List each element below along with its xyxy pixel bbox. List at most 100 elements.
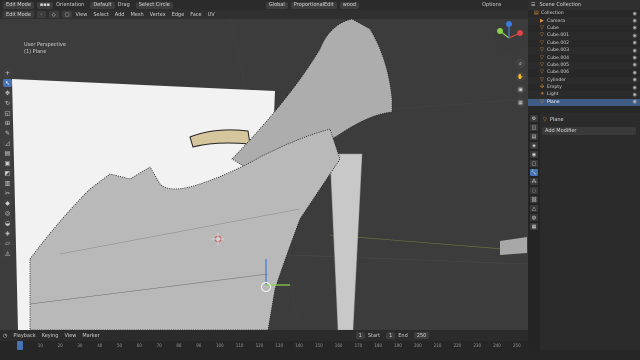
annotate-icon[interactable]: ✎ — [3, 129, 12, 137]
move-icon[interactable]: ✥ — [3, 89, 12, 97]
shrink-icon[interactable]: ◈ — [3, 229, 12, 237]
outliner-row-label: Cube.005 — [547, 62, 570, 68]
camera-view-icon[interactable]: ▣ — [516, 85, 525, 94]
modifier-tab-icon[interactable]: 🔧 — [530, 169, 538, 176]
loopcut-icon[interactable]: ▥ — [3, 179, 12, 187]
visibility-eye-icon[interactable]: ◉ — [633, 11, 637, 17]
outliner-row[interactable]: ▽ Cube.005 ◉ — [528, 61, 640, 70]
render-tab-icon[interactable]: ◫ — [530, 124, 538, 131]
timeline-editor-icon[interactable]: ◷ — [3, 333, 7, 339]
menu-uv[interactable]: UV — [208, 12, 215, 18]
rotate-icon[interactable]: ↻ — [3, 99, 12, 107]
visibility-eye-icon[interactable]: ◉ — [633, 18, 637, 24]
outliner-row[interactable]: ▽ Cylinder ◉ — [528, 76, 640, 84]
outliner-row[interactable]: ▽ Cube.001 ◉ — [528, 32, 640, 40]
menu-edge[interactable]: Edge — [172, 12, 185, 18]
output-tab-icon[interactable]: ▤ — [530, 133, 538, 140]
playback-menu[interactable]: Playback — [13, 333, 35, 339]
scale-icon[interactable]: ◱ — [3, 109, 12, 117]
menu-mesh[interactable]: Mesh — [130, 12, 143, 18]
inset-icon[interactable]: ▣ — [3, 159, 12, 167]
current-frame-field[interactable]: 1 — [355, 332, 365, 339]
start-frame-field[interactable]: 1 — [386, 332, 396, 339]
outliner-row[interactable]: ▽ Cube.004 ◉ — [528, 54, 640, 61]
spin-icon[interactable]: ◎ — [3, 209, 12, 217]
menu-vertex[interactable]: Vertex — [150, 12, 166, 18]
data-tab-icon[interactable]: △ — [530, 205, 538, 212]
outliner-row[interactable]: ▽ Cube ◉ — [528, 25, 640, 32]
edge-select-button[interactable]: ◇ — [48, 11, 59, 18]
vertex-select-button[interactable]: ◦ — [36, 11, 46, 18]
outliner-row[interactable]: ▤ Collection ◉ — [528, 10, 640, 17]
view-menu[interactable]: View — [64, 333, 76, 339]
keying-menu[interactable]: Keying — [42, 333, 59, 339]
extrude-icon[interactable]: ▤ — [3, 149, 12, 157]
visibility-eye-icon[interactable]: ◉ — [633, 48, 637, 54]
navigation-gizmo[interactable] — [492, 21, 526, 55]
pan-icon[interactable]: ✋ — [516, 72, 525, 81]
material-tab-icon[interactable]: ◍ — [530, 214, 538, 221]
zoom-icon[interactable]: ⌕ — [516, 59, 525, 68]
mode-dropdown[interactable]: Edit Mode — [3, 1, 34, 9]
snap-dropdown[interactable]: wood — [339, 1, 360, 9]
edit-mode-dropdown[interactable]: Edit Mode — [3, 11, 34, 18]
timeline-ruler[interactable]: 0102030405060708090100110120130140150160… — [0, 341, 528, 350]
orientation-dropdown[interactable]: Default — [90, 1, 115, 9]
cursor-icon[interactable]: + — [3, 69, 12, 77]
polybuild-icon[interactable]: ◆ — [3, 199, 12, 207]
outliner-row[interactable]: ▽ Cube.003 ◉ — [528, 46, 640, 55]
menu-view[interactable]: View — [75, 12, 87, 18]
menu-add[interactable]: Add — [115, 12, 125, 18]
3d-viewport[interactable]: User Perspective (1) Plane + ↖ ✥ ↻ ◱ ⊞ ✎… — [0, 19, 528, 330]
world-tab-icon[interactable]: ◉ — [530, 151, 538, 158]
add-modifier-dropdown[interactable]: Add Modifier — [542, 127, 636, 135]
visibility-eye-icon[interactable]: ◉ — [633, 62, 637, 68]
object-tab-icon[interactable]: ▢ — [530, 160, 538, 167]
outliner-row[interactable]: ▶ Camera ◉ — [528, 17, 640, 25]
visibility-eye-icon[interactable]: ◉ — [633, 25, 637, 31]
visibility-eye-icon[interactable]: ◉ — [633, 99, 637, 105]
scene-tab-icon[interactable]: ◈ — [530, 142, 538, 149]
texture-tab-icon[interactable]: ▦ — [530, 223, 538, 230]
outliner-row[interactable]: ▽ Plane ◉ — [528, 98, 640, 107]
transform-icon[interactable]: ⊞ — [3, 119, 12, 127]
ortho-toggle-icon[interactable]: ▦ — [516, 98, 525, 107]
bevel-icon[interactable]: ◩ — [3, 169, 12, 177]
visibility-eye-icon[interactable]: ◉ — [633, 77, 637, 83]
constraints-tab-icon[interactable]: ⛓ — [530, 196, 538, 203]
outliner-row[interactable]: ✣ Empty ◉ — [528, 84, 640, 91]
transform-orientation-dropdown[interactable]: Global — [265, 1, 288, 9]
menu-face[interactable]: Face — [190, 12, 201, 18]
face-select-button[interactable]: ▢ — [61, 11, 73, 18]
outliner-row[interactable]: ☀ Light ◉ — [528, 91, 640, 99]
outliner-row[interactable]: ▽ Cube.002 ◉ — [528, 40, 640, 47]
measure-icon[interactable]: ◿ — [3, 139, 12, 147]
knife-icon[interactable]: ✂ — [3, 189, 12, 197]
proportional-edit-dropdown[interactable]: ProportionalEdit — [290, 1, 337, 9]
marker-menu[interactable]: Marker — [82, 333, 99, 339]
outliner-icon[interactable]: ☰ — [531, 2, 535, 8]
shear-icon[interactable]: ▱ — [3, 239, 12, 247]
visibility-eye-icon[interactable]: ◉ — [633, 40, 637, 46]
menu-select[interactable]: Select — [93, 12, 108, 18]
select-tool-dropdown[interactable]: Select Circle — [135, 1, 173, 9]
outliner-row[interactable]: ▽ Cube.006 ◉ — [528, 69, 640, 76]
select-mode-buttons[interactable]: ▪▪▪ — [36, 1, 54, 9]
outliner-row-label: Cube — [547, 25, 559, 31]
viewport-scene[interactable] — [0, 19, 528, 330]
rip-icon[interactable]: ◬ — [3, 249, 12, 257]
visibility-eye-icon[interactable]: ◉ — [633, 85, 637, 91]
visibility-eye-icon[interactable]: ◉ — [633, 70, 637, 76]
options-menu[interactable]: Options — [482, 2, 501, 8]
visibility-eye-icon[interactable]: ◉ — [633, 92, 637, 98]
end-frame-field[interactable]: 250 — [413, 332, 430, 339]
tool-tab-icon[interactable]: ⚙ — [530, 115, 538, 122]
particles-tab-icon[interactable]: ⁂ — [530, 178, 538, 185]
smooth-icon[interactable]: ◒ — [3, 219, 12, 227]
visibility-eye-icon[interactable]: ◉ — [633, 33, 637, 39]
physics-tab-icon[interactable]: ◌ — [530, 187, 538, 194]
visibility-eye-icon[interactable]: ◉ — [633, 55, 637, 61]
playhead[interactable] — [17, 341, 23, 350]
select-icon[interactable]: ↖ — [3, 79, 12, 87]
drag-label[interactable]: Drag — [118, 2, 130, 8]
